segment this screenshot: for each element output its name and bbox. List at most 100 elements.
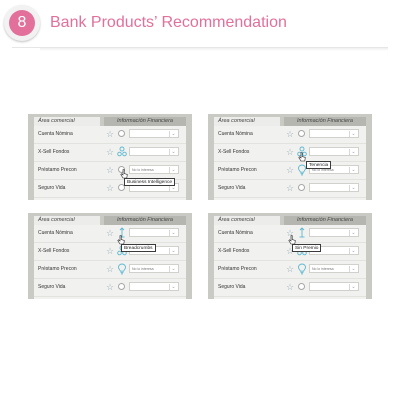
chevron-down-icon: ⌄ bbox=[171, 149, 176, 155]
tab-bar: Área comercial Información Financiera bbox=[208, 114, 372, 126]
star-icon[interactable]: ☆ bbox=[105, 282, 115, 292]
product-label: Cuenta Nómina bbox=[218, 230, 253, 236]
product-row: Cuenta Nómina ☆ ⌄ bbox=[214, 126, 366, 144]
star-icon[interactable]: ☆ bbox=[285, 183, 295, 193]
product-label: Cuenta Nómina bbox=[218, 131, 253, 137]
chevron-down-icon: ⌄ bbox=[171, 131, 176, 137]
tab-area-comercial[interactable]: Área comercial bbox=[34, 216, 100, 225]
product-row: Seguro Vida ☆ ⌄ bbox=[34, 279, 186, 297]
product-row: X-Sell Fondos ☆ ⌄ bbox=[214, 243, 366, 261]
tab-bar: Área comercial Información Financiera bbox=[208, 213, 372, 225]
people-icon[interactable] bbox=[117, 146, 127, 158]
screenshot-panel-4: Área comercial Información Financiera Cu… bbox=[208, 213, 372, 299]
product-label: Préstamo Precon bbox=[218, 167, 257, 173]
product-select[interactable]: ⌄ bbox=[309, 147, 359, 156]
star-icon[interactable]: ☆ bbox=[285, 129, 295, 139]
chevron-down-icon: ⌄ bbox=[351, 185, 356, 191]
product-label: Préstamo Precon bbox=[38, 167, 77, 173]
page-title: Bank Products’ Recommendation bbox=[50, 14, 287, 31]
tab-informacion-financiera[interactable]: Información Financiera bbox=[284, 117, 366, 126]
chevron-down-icon: ⌄ bbox=[171, 248, 176, 254]
step-number: 8 bbox=[9, 10, 35, 36]
tab-bar: Área comercial Información Financiera bbox=[28, 213, 192, 225]
select-value: No lo interesa bbox=[132, 267, 154, 271]
chevron-down-icon: ⌄ bbox=[171, 284, 176, 290]
product-select[interactable]: ⌄ bbox=[129, 228, 179, 237]
tab-area-comercial[interactable]: Área comercial bbox=[34, 117, 100, 126]
product-row: Cuenta Nómina ☆ ⌄ bbox=[34, 126, 186, 144]
product-select[interactable]: ⌄ bbox=[309, 282, 359, 291]
chevron-down-icon: ⌄ bbox=[171, 266, 176, 272]
product-label: Seguro Vida bbox=[38, 284, 66, 290]
screenshot-panel-3: Área comercial Información Financiera Cu… bbox=[28, 213, 192, 299]
chevron-down-icon: ⌄ bbox=[351, 248, 356, 254]
chevron-down-icon: ⌄ bbox=[171, 230, 176, 236]
product-select[interactable]: No lo interesa ⌄ bbox=[309, 264, 359, 273]
bulb-icon[interactable] bbox=[297, 263, 307, 275]
product-label: Cuenta Nómina bbox=[38, 230, 73, 236]
screenshot-panel-2: Área comercial Información Financiera Cu… bbox=[208, 114, 372, 200]
product-list: Cuenta Nómina ☆ ⌄ X-Sell Fondos ☆ ⌄ Prés… bbox=[34, 126, 186, 200]
chevron-down-icon: ⌄ bbox=[351, 167, 356, 173]
radio-icon[interactable] bbox=[298, 184, 305, 191]
product-row: Seguro Vida ☆ ⌄ bbox=[214, 180, 366, 198]
step-badge: 8 bbox=[4, 5, 40, 41]
product-select[interactable]: ⌄ bbox=[129, 282, 179, 291]
chevron-down-icon: ⌄ bbox=[171, 167, 176, 173]
star-icon[interactable]: ☆ bbox=[105, 165, 115, 175]
star-icon[interactable]: ☆ bbox=[105, 129, 115, 139]
product-label: Préstamo Precon bbox=[218, 266, 257, 272]
product-label: X-Sell Fondos bbox=[38, 149, 70, 155]
tooltip: Tenencia bbox=[306, 161, 332, 169]
radio-icon[interactable] bbox=[298, 283, 305, 290]
product-label: X-Sell Fondos bbox=[218, 248, 250, 254]
product-select[interactable]: ⌄ bbox=[129, 147, 179, 156]
chevron-down-icon: ⌄ bbox=[351, 284, 356, 290]
tooltip: Breadcrumbs bbox=[121, 244, 156, 252]
product-row: Seguro Vida ☆ ⌄ bbox=[214, 279, 366, 297]
header-divider-shadow bbox=[40, 48, 388, 51]
bulb-icon[interactable] bbox=[117, 263, 127, 275]
product-select[interactable]: ⌄ bbox=[309, 228, 359, 237]
product-select[interactable]: No lo interesa ⌄ bbox=[129, 165, 179, 174]
tab-informacion-financiera[interactable]: Información Financiera bbox=[104, 117, 186, 126]
chevron-down-icon: ⌄ bbox=[351, 149, 356, 155]
product-label: Préstamo Precon bbox=[38, 266, 77, 272]
product-label: X-Sell Fondos bbox=[38, 248, 70, 254]
product-row: Cuenta Nómina ☆ ⌄ bbox=[34, 225, 186, 243]
product-label: Seguro Vida bbox=[218, 185, 246, 191]
star-icon[interactable]: ☆ bbox=[105, 183, 115, 193]
product-row: Préstamo Precon ☆ No lo interesa ⌄ bbox=[214, 261, 366, 279]
select-value: No lo interesa bbox=[312, 267, 334, 271]
tab-informacion-financiera[interactable]: Información Financiera bbox=[104, 216, 186, 225]
tooltip: Business Intelligence bbox=[124, 178, 176, 186]
product-row: X-Sell Fondos ☆ ⌄ bbox=[34, 144, 186, 162]
product-select[interactable]: No lo interesa ⌄ bbox=[129, 264, 179, 273]
product-label: Seguro Vida bbox=[218, 284, 246, 290]
tab-informacion-financiera[interactable]: Información Financiera bbox=[284, 216, 366, 225]
tab-area-comercial[interactable]: Área comercial bbox=[214, 117, 280, 126]
product-label: Cuenta Nómina bbox=[38, 131, 73, 137]
radio-icon[interactable] bbox=[118, 130, 125, 137]
breadcrumb-icon[interactable] bbox=[297, 227, 307, 239]
product-select[interactable]: ⌄ bbox=[129, 129, 179, 138]
star-icon[interactable]: ☆ bbox=[105, 228, 115, 238]
star-icon[interactable]: ☆ bbox=[105, 246, 115, 256]
product-row: X-Sell Fondos ☆ ⌄ bbox=[214, 144, 366, 162]
star-icon[interactable]: ☆ bbox=[105, 264, 115, 274]
star-icon[interactable]: ☆ bbox=[285, 282, 295, 292]
radio-icon[interactable] bbox=[298, 130, 305, 137]
star-icon[interactable]: ☆ bbox=[105, 147, 115, 157]
product-list: Cuenta Nómina ☆ ⌄ X-Sell Fondos ☆ ⌄ Prés… bbox=[34, 225, 186, 299]
product-label: X-Sell Fondos bbox=[218, 149, 250, 155]
product-select[interactable]: ⌄ bbox=[309, 129, 359, 138]
product-row: Préstamo Precon ☆ No lo interesa ⌄ bbox=[34, 261, 186, 279]
star-icon[interactable]: ☆ bbox=[285, 147, 295, 157]
star-icon[interactable]: ☆ bbox=[285, 165, 295, 175]
radio-icon[interactable] bbox=[118, 283, 125, 290]
star-icon[interactable]: ☆ bbox=[285, 264, 295, 274]
chevron-down-icon: ⌄ bbox=[351, 230, 356, 236]
tab-area-comercial[interactable]: Área comercial bbox=[214, 216, 280, 225]
product-select[interactable]: ⌄ bbox=[309, 183, 359, 192]
product-row: Préstamo Precon ☆ No lo interesa ⌄ bbox=[214, 162, 366, 180]
